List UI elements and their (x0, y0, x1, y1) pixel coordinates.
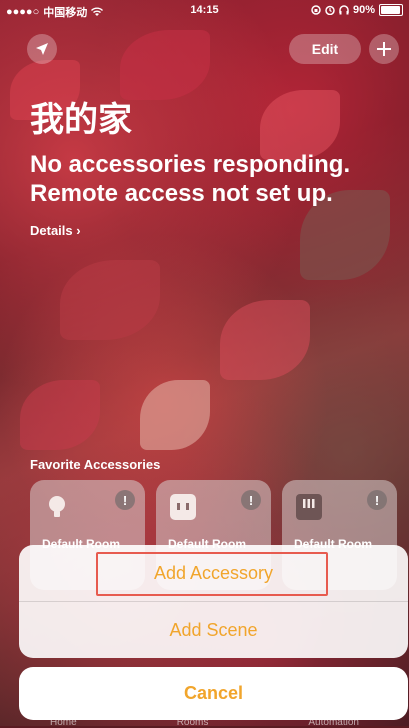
details-link[interactable]: Details › (30, 223, 81, 238)
location-button[interactable] (27, 34, 57, 64)
edit-button[interactable]: Edit (289, 34, 361, 64)
tab-automation[interactable]: Automation (308, 717, 359, 728)
status-line-2: Remote access not set up. (30, 180, 333, 207)
location-arrow-icon (36, 43, 48, 55)
wallpaper-leaf (120, 30, 210, 100)
status-right: 90% (311, 4, 403, 16)
status-bar: ●●●●○ 中国移动 14:15 90% (0, 0, 409, 20)
wallpaper-leaf (60, 260, 160, 340)
wallpaper-leaf (140, 380, 210, 450)
headphones-icon (339, 5, 349, 15)
alert-icon: ! (241, 490, 261, 510)
home-title: 我的家 (30, 100, 132, 140)
tab-bar: Home Rooms Automation (0, 717, 409, 728)
tab-home[interactable]: Home (50, 717, 77, 728)
battery-fill (381, 6, 400, 14)
add-button[interactable] (369, 34, 399, 64)
add-scene-button[interactable]: Add Scene (19, 602, 408, 658)
home-status: No accessories responding. Remote access… (30, 150, 409, 208)
wallpaper-leaf (20, 380, 100, 450)
battery-icon (379, 4, 403, 16)
favorites-header: Favorite Accessories (30, 457, 161, 472)
highlight-box (96, 552, 328, 596)
lightbulb-icon (49, 496, 65, 517)
wallpaper-leaf (220, 300, 310, 380)
outlet-icon (170, 494, 196, 520)
alert-icon: ! (367, 490, 387, 510)
battery-percent: 90% (352, 4, 375, 16)
tab-rooms[interactable]: Rooms (177, 717, 209, 728)
alarm-icon (325, 5, 335, 15)
status-line-1: No accessories responding. (30, 151, 351, 178)
switch-icon (296, 494, 322, 520)
cancel-button[interactable]: Cancel (19, 667, 408, 720)
rotation-lock-icon (311, 5, 321, 15)
plus-icon (377, 42, 391, 56)
alert-icon: ! (115, 490, 135, 510)
